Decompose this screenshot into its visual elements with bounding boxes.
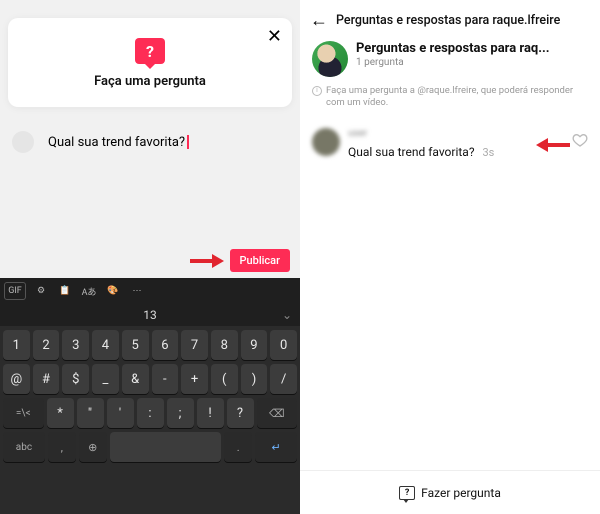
question-bubble-icon: ? (135, 38, 165, 64)
question-input-text[interactable]: Qual sua trend favorita? (48, 135, 185, 150)
kb-row-1: 1 2 3 4 5 6 7 8 9 0 (3, 330, 297, 360)
kb-theme-icon[interactable]: 🎨 (104, 282, 122, 300)
kb-translate-icon[interactable]: Aあ (80, 282, 98, 300)
key-3[interactable]: 3 (62, 330, 89, 360)
key-abc[interactable]: abc (3, 432, 45, 462)
keyboard-suggestion-bar[interactable]: 13 ⌄ (0, 304, 300, 326)
key-1[interactable]: 1 (3, 330, 30, 360)
annotation-arrow-publish (190, 254, 224, 268)
user-avatar (12, 131, 34, 153)
kb-settings-icon[interactable]: ⚙ (32, 282, 50, 300)
publish-button[interactable]: Publicar (230, 249, 291, 272)
key-lang-icon[interactable]: ⊕ (79, 432, 107, 462)
key-8[interactable]: 8 (211, 330, 238, 360)
annotation-arrow-question (536, 138, 570, 152)
key-question[interactable]: ? (227, 398, 254, 428)
ask-question-icon: ? (399, 486, 415, 500)
key-dollar[interactable]: $ (62, 364, 89, 394)
qa-info-title: Perguntas e respostas para raq... (356, 41, 588, 56)
key-semicolon[interactable]: ; (167, 398, 194, 428)
key-9[interactable]: 9 (241, 330, 268, 360)
qa-hint-text: Faça uma pergunta a @raque.lfreire, que … (326, 85, 588, 110)
header: ← Perguntas e respostas para raque.lfrei… (300, 0, 600, 39)
key-2[interactable]: 2 (33, 330, 60, 360)
question-time: 3s (482, 146, 494, 159)
info-icon: i (312, 86, 322, 96)
key-hash[interactable]: # (33, 364, 60, 394)
question-item[interactable]: user Qual sua trend favorita? 3s (300, 118, 600, 160)
ask-question-footer[interactable]: ? Fazer pergunta (300, 470, 600, 514)
kb-more-icon[interactable]: ⋯ (128, 282, 146, 300)
key-backspace[interactable]: ⌫ (257, 398, 298, 428)
composer-card: ✕ ? Faça uma pergunta (8, 18, 292, 107)
kb-clipboard-icon[interactable]: 📋 (56, 282, 74, 300)
key-slash[interactable]: / (270, 364, 297, 394)
kb-row-4: abc , ⊕ . ↵ (3, 432, 297, 462)
composer-title: Faça uma pergunta (18, 74, 282, 89)
kb-gif-icon[interactable]: GIF (4, 282, 26, 300)
key-colon[interactable]: : (137, 398, 164, 428)
key-at[interactable]: @ (3, 364, 30, 394)
key-symbols-toggle[interactable]: =\< (3, 398, 44, 428)
key-plus[interactable]: + (181, 364, 208, 394)
key-rparen[interactable]: ) (241, 364, 268, 394)
close-icon[interactable]: ✕ (267, 26, 282, 47)
heart-icon[interactable] (572, 132, 588, 148)
chevron-down-icon[interactable]: ⌄ (282, 308, 292, 322)
question-mark: ? (146, 42, 154, 61)
key-7[interactable]: 7 (181, 330, 208, 360)
key-4[interactable]: 4 (92, 330, 119, 360)
key-6[interactable]: 6 (152, 330, 179, 360)
key-lparen[interactable]: ( (211, 364, 238, 394)
key-star[interactable]: * (47, 398, 74, 428)
key-underscore[interactable]: _ (92, 364, 119, 394)
key-amp[interactable]: & (122, 364, 149, 394)
key-period[interactable]: . (224, 432, 252, 462)
qa-info-row: Perguntas e respostas para raq... 1 perg… (300, 39, 600, 83)
key-dquote[interactable]: " (77, 398, 104, 428)
back-icon[interactable]: ← (310, 10, 328, 31)
compose-question-screen: ✕ ? Faça uma pergunta Qual sua trend fav… (0, 0, 300, 514)
profile-avatar[interactable] (312, 41, 348, 77)
kb-row-2: @ # $ _ & - + ( ) / (3, 364, 297, 394)
kb-row-3: =\< * " ' : ; ! ? ⌫ (3, 398, 297, 428)
question-text: Qual sua trend favorita? (348, 145, 475, 159)
qa-list-screen: ← Perguntas e respostas para raque.lfrei… (300, 0, 600, 514)
qa-hint: i Faça uma pergunta a @raque.lfreire, qu… (300, 83, 600, 118)
question-input-row[interactable]: Qual sua trend favorita? (12, 131, 290, 153)
key-comma[interactable]: , (48, 432, 76, 462)
key-0[interactable]: 0 (270, 330, 297, 360)
header-title: Perguntas e respostas para raque.lfreire (336, 13, 560, 28)
key-minus[interactable]: - (152, 364, 179, 394)
suggestion-text[interactable]: 13 (143, 308, 157, 322)
key-5[interactable]: 5 (122, 330, 149, 360)
question-author-name: user (348, 128, 564, 139)
key-squote[interactable]: ' (107, 398, 134, 428)
key-enter[interactable]: ↵ (255, 432, 297, 462)
key-excl[interactable]: ! (197, 398, 224, 428)
soft-keyboard[interactable]: GIF ⚙ 📋 Aあ 🎨 ⋯ 13 ⌄ 1 2 3 4 5 6 7 8 9 0 (0, 278, 300, 514)
text-caret (187, 135, 189, 149)
question-author-avatar[interactable] (312, 128, 340, 156)
key-space[interactable] (110, 432, 222, 462)
ask-question-label: Fazer pergunta (421, 486, 501, 500)
keyboard-toolbar: GIF ⚙ 📋 Aあ 🎨 ⋯ (0, 278, 300, 304)
qa-info-subtitle: 1 pergunta (356, 57, 588, 68)
